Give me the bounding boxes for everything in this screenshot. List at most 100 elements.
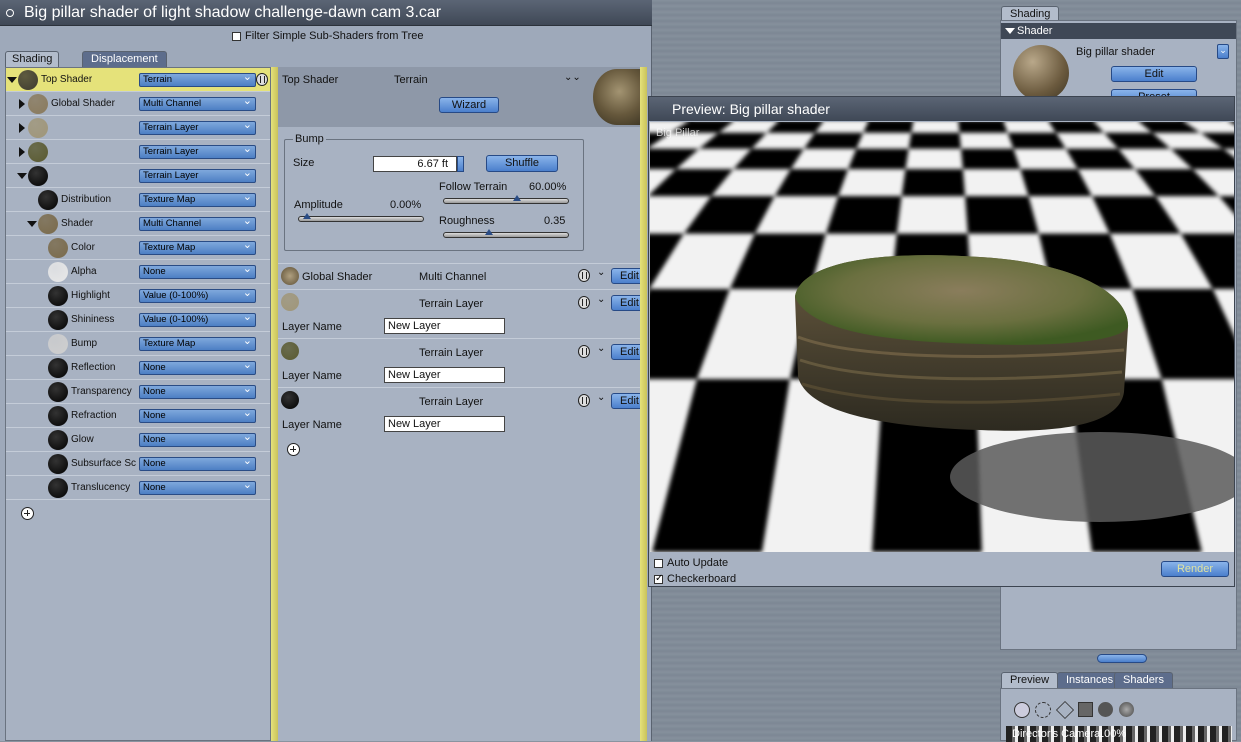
chevron-down-icon[interactable]: ⌄ xyxy=(597,392,605,403)
tree-row[interactable]: Shader Multi Channel xyxy=(6,212,270,236)
preview-titlebar[interactable]: Preview: Big pillar shader xyxy=(649,97,1234,121)
expand-down-icon[interactable] xyxy=(7,77,17,83)
roughness-thumb[interactable] xyxy=(485,229,493,235)
trash-icon[interactable] xyxy=(578,345,590,358)
auto-update-row[interactable]: Auto Update xyxy=(654,557,728,569)
tab-shading[interactable]: Shading xyxy=(5,51,60,67)
cube-wire-icon[interactable] xyxy=(1055,700,1075,720)
shader-dropdown-button[interactable]: ⌄ xyxy=(1217,44,1229,59)
expand-down-icon[interactable] xyxy=(17,173,27,179)
panel-resize-handle[interactable] xyxy=(1097,654,1147,663)
tab-displacement[interactable]: Displacement xyxy=(82,51,167,67)
layer-edit-button[interactable]: Edit xyxy=(611,393,641,409)
layer-name-input[interactable]: New Layer xyxy=(384,367,505,383)
tree-row[interactable]: Terrain Layer xyxy=(6,116,270,140)
shader-type-dropdown[interactable]: None xyxy=(139,479,256,495)
tree-row[interactable]: Highlight Value (0-100%) xyxy=(6,284,270,308)
move-icon[interactable] xyxy=(1014,702,1030,718)
shader-type-dropdown[interactable]: Texture Map xyxy=(139,191,256,207)
size-stepper[interactable] xyxy=(457,156,464,172)
global-shader-edit-button[interactable]: Edit xyxy=(611,268,641,284)
tree-row[interactable]: Color Texture Map xyxy=(6,236,270,260)
add-layer-icon[interactable] xyxy=(287,443,300,456)
trash-icon[interactable] xyxy=(256,73,268,86)
shader-type-dropdown[interactable]: None xyxy=(139,431,256,447)
tree-row[interactable]: Translucency None xyxy=(6,476,270,500)
add-shader-icon[interactable] xyxy=(21,507,34,520)
tab-preview[interactable]: Preview xyxy=(1001,672,1059,688)
shuffle-button[interactable]: Shuffle xyxy=(486,155,558,172)
shader-type-dropdown[interactable]: None xyxy=(139,383,256,399)
trash-icon[interactable] xyxy=(578,296,590,309)
expand-down-icon[interactable] xyxy=(27,221,37,227)
editor-titlebar[interactable]: Big pillar shader of light shadow challe… xyxy=(0,0,652,26)
right-edit-button[interactable]: Edit xyxy=(1111,66,1197,82)
tree-row[interactable]: Shininess Value (0-100%) xyxy=(6,308,270,332)
chevron-down-icon[interactable]: ⌄ xyxy=(597,294,605,305)
cube-solid-icon[interactable] xyxy=(1078,702,1093,717)
tree-row[interactable]: Distribution Texture Map xyxy=(6,188,270,212)
tree-row[interactable]: Refraction None xyxy=(6,404,270,428)
tree-row[interactable]: Top Shader Terrain xyxy=(6,68,270,92)
layer-edit-button[interactable]: Edit xyxy=(611,295,641,311)
tree-row[interactable]: Glow None xyxy=(6,428,270,452)
shader-type-dropdown[interactable]: Multi Channel xyxy=(139,215,256,231)
detail-splitter[interactable] xyxy=(640,67,647,741)
size-input[interactable]: 6.67 ft xyxy=(373,156,457,172)
shader-type-dropdown[interactable]: None xyxy=(139,263,256,279)
tree-row[interactable]: Terrain Layer xyxy=(6,140,270,164)
shader-type-dropdown[interactable]: Texture Map xyxy=(139,335,256,351)
layer-name-input[interactable]: New Layer xyxy=(384,318,505,334)
wizard-button[interactable]: Wizard xyxy=(439,97,499,113)
rotate-icon[interactable] xyxy=(1035,702,1051,718)
amplitude-thumb[interactable] xyxy=(303,213,311,219)
shader-type-dropdown[interactable]: Terrain xyxy=(139,71,256,87)
shader-type-dropdown[interactable]: Value (0-100%) xyxy=(139,287,256,303)
tree-row[interactable]: Reflection None xyxy=(6,356,270,380)
shader-type-dropdown[interactable]: Value (0-100%) xyxy=(139,311,256,327)
tree-row[interactable]: Terrain Layer xyxy=(6,164,270,188)
layer-type-label: Terrain Layer xyxy=(419,298,484,310)
tab-instances[interactable]: Instances xyxy=(1057,672,1123,688)
expand-right-icon[interactable] xyxy=(19,99,25,109)
expand-right-icon[interactable] xyxy=(19,123,25,133)
render-button[interactable]: Render xyxy=(1161,561,1229,577)
tree-row[interactable]: Transparency None xyxy=(6,380,270,404)
tree-row[interactable]: Bump Texture Map xyxy=(6,332,270,356)
sphere-shaded-icon[interactable] xyxy=(1119,702,1134,717)
chevron-down-icon[interactable]: ⌄ xyxy=(597,267,605,278)
follow-terrain-thumb[interactable] xyxy=(513,195,521,201)
follow-terrain-slider[interactable] xyxy=(443,195,569,204)
tree-row[interactable]: Alpha None xyxy=(6,260,270,284)
checkerboard-checkbox[interactable] xyxy=(654,573,663,584)
tree-row[interactable]: Global Shader Multi Channel xyxy=(6,92,270,116)
filter-row[interactable]: Filter Simple Sub-Shaders from Tree xyxy=(232,30,424,42)
close-circle-icon[interactable] xyxy=(6,9,14,17)
trash-icon[interactable] xyxy=(578,394,590,407)
shader-type-dropdown[interactable]: Terrain Layer xyxy=(139,167,256,183)
shader-type-dropdown[interactable]: Terrain Layer xyxy=(139,143,256,159)
filter-checkbox[interactable] xyxy=(232,31,241,41)
checkerboard-row[interactable]: Checkerboard xyxy=(654,573,736,585)
auto-update-checkbox[interactable] xyxy=(654,558,663,568)
shader-type-dropdown[interactable]: Multi Channel xyxy=(139,95,256,111)
chevron-down-icon[interactable]: ⌄⌄ xyxy=(564,72,581,83)
shader-section-header[interactable]: Shader xyxy=(1001,23,1236,39)
tree-row[interactable]: Subsurface Sc None xyxy=(6,452,270,476)
tree-row-label: Translucency xyxy=(71,482,131,493)
shader-type-dropdown[interactable]: None xyxy=(139,407,256,423)
shader-type-dropdown[interactable]: Terrain Layer xyxy=(139,119,256,135)
layer-name-input[interactable]: New Layer xyxy=(384,416,505,432)
tree-splitter[interactable] xyxy=(271,67,278,741)
shader-type-dropdown[interactable]: None xyxy=(139,359,256,375)
sphere-icon[interactable] xyxy=(1098,702,1113,717)
amplitude-slider[interactable] xyxy=(298,213,424,222)
expand-right-icon[interactable] xyxy=(19,147,25,157)
layer-edit-button[interactable]: Edit xyxy=(611,344,641,360)
chevron-down-icon[interactable]: ⌄ xyxy=(597,343,605,354)
roughness-slider[interactable] xyxy=(443,229,569,238)
trash-icon[interactable] xyxy=(578,269,590,282)
tab-shaders[interactable]: Shaders xyxy=(1114,672,1173,688)
shader-type-dropdown[interactable]: None xyxy=(139,455,256,471)
shader-type-dropdown[interactable]: Texture Map xyxy=(139,239,256,255)
